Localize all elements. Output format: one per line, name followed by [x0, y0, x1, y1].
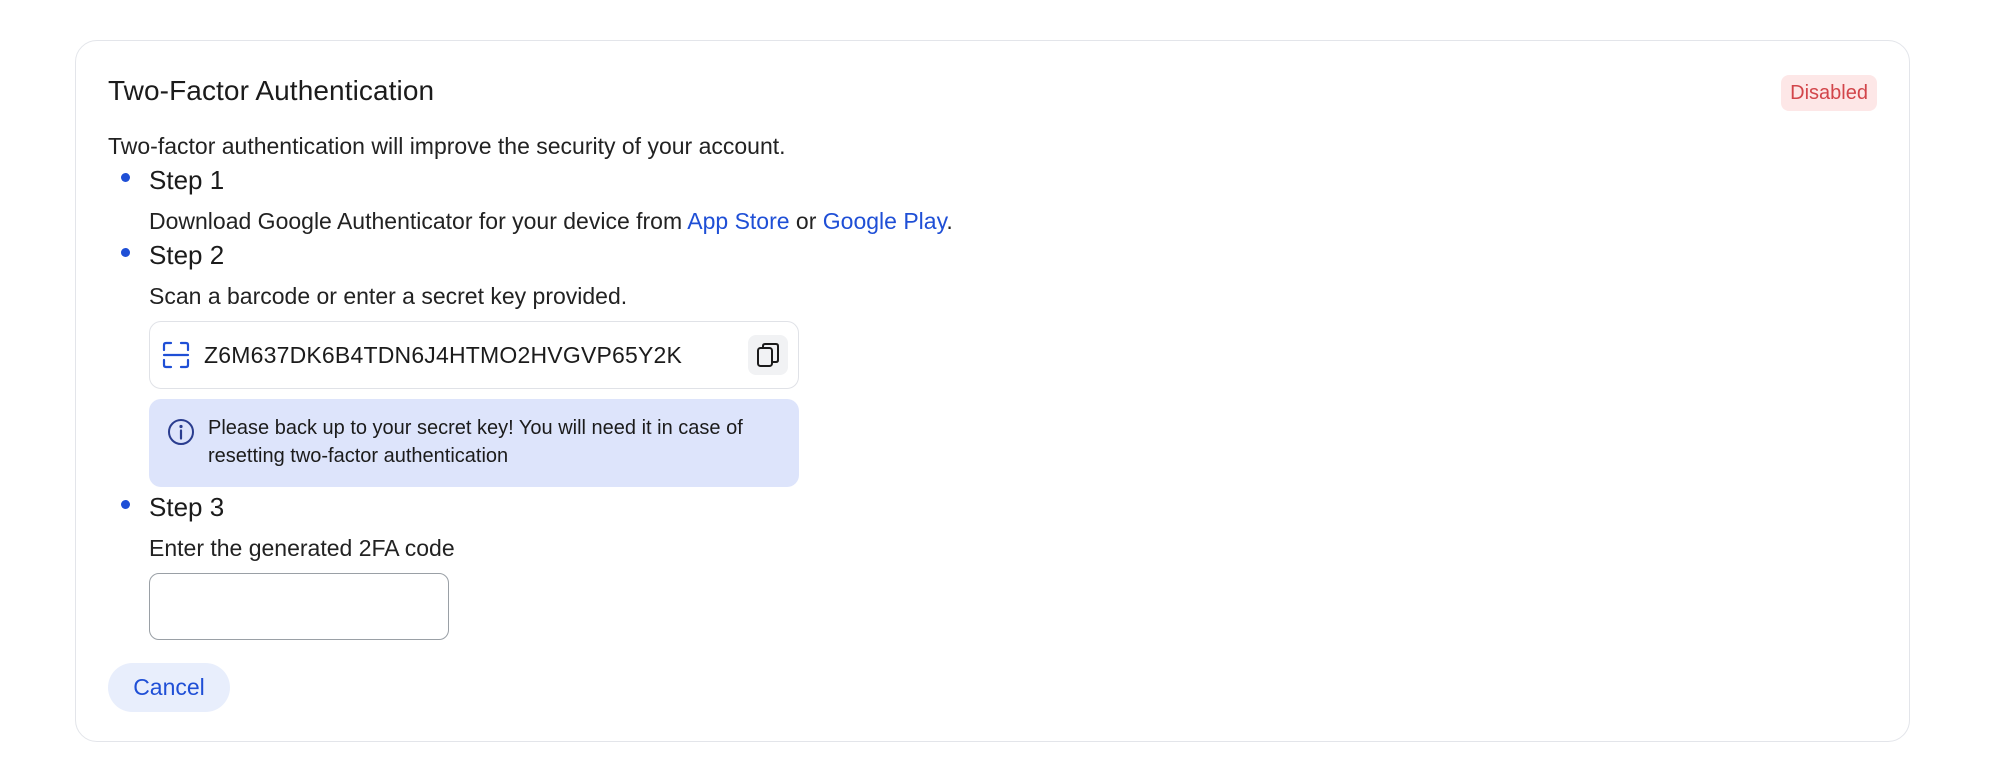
- step-3-title: Step 3: [149, 492, 225, 522]
- scan-icon: [162, 341, 190, 369]
- alert-text: Please back up to your secret key! You w…: [208, 417, 743, 467]
- step-3-text: Enter the generated 2FA code: [149, 535, 455, 561]
- info-icon: [168, 419, 194, 445]
- backup-key-alert: Please back up to your secret key! You w…: [149, 399, 799, 487]
- step-2-text: Scan a barcode or enter a secret key pro…: [149, 283, 628, 309]
- step-3-bullet: [121, 500, 130, 509]
- card-title: Two-Factor Authentication: [108, 75, 435, 106]
- step-2-title: Step 2: [149, 240, 225, 270]
- step-1-title: Step 1: [149, 165, 225, 195]
- copy-icon: [757, 343, 779, 367]
- copy-key-button[interactable]: [748, 335, 788, 375]
- step-1-text-prefix: Download Google Authenticator for your d…: [149, 208, 688, 234]
- 2fa-code-input[interactable]: [149, 573, 449, 640]
- step-1-text-mid: or: [789, 208, 823, 234]
- google-play-link[interactable]: Google Play: [823, 208, 947, 234]
- step-2-bullet: [121, 248, 130, 257]
- secret-key-field: Z6M637DK6B4TDN6J4HTMO2HVGVP65Y2K: [149, 321, 799, 389]
- card-description: Two-factor authentication will improve t…: [108, 133, 786, 159]
- step-1-text-suffix: .: [946, 208, 953, 234]
- status-badge: Disabled: [1781, 75, 1877, 111]
- step-1-bullet: [121, 173, 130, 182]
- cancel-button[interactable]: Cancel: [108, 663, 230, 712]
- secret-key-text: Z6M637DK6B4TDN6J4HTMO2HVGVP65Y2K: [204, 342, 683, 368]
- two-factor-card: Two-Factor Authentication Disabled Two-f…: [75, 40, 1910, 742]
- app-store-link[interactable]: App Store: [687, 208, 789, 234]
- step-1-text: Download Google Authenticator for your d…: [149, 208, 953, 235]
